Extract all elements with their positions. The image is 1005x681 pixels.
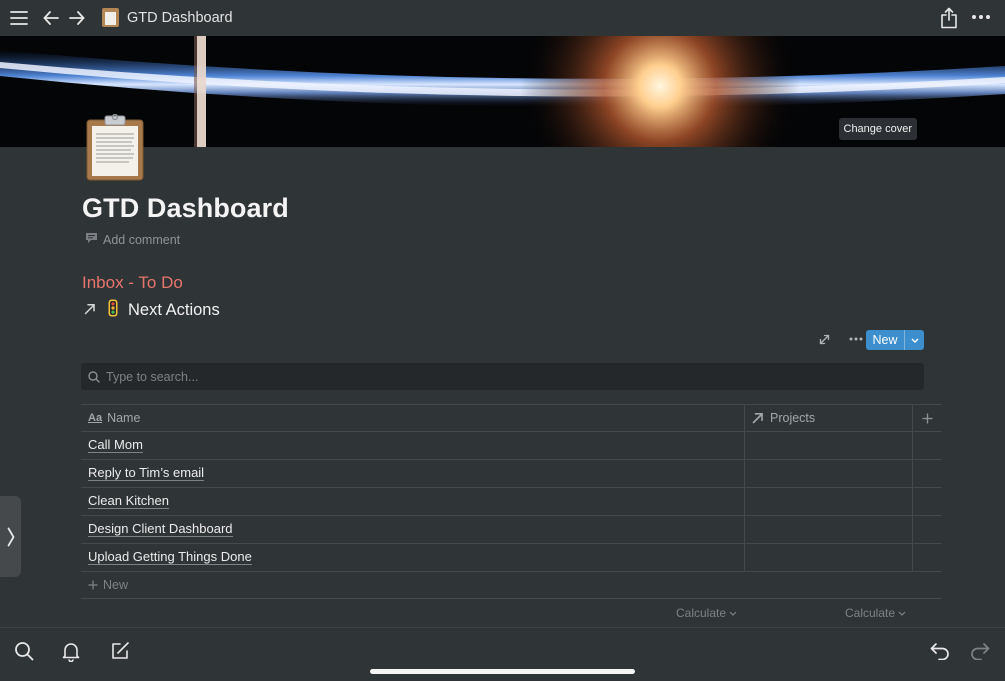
row-name-cell[interactable]: Upload Getting Things Done xyxy=(81,544,745,571)
plus-icon xyxy=(88,580,98,590)
row-name-cell[interactable]: Clean Kitchen xyxy=(81,488,745,515)
chevron-down-icon xyxy=(729,611,737,616)
calculate-label: Calculate xyxy=(845,606,896,620)
traffic-light-icon xyxy=(108,299,118,322)
row-name: Reply to Tim’s email xyxy=(88,465,205,481)
top-bar: GTD Dashboard xyxy=(0,0,1005,36)
expand-icon[interactable] xyxy=(815,330,833,348)
add-comment-label: Add comment xyxy=(103,232,181,247)
chevron-down-icon xyxy=(898,611,906,616)
clipboard-icon xyxy=(102,8,119,27)
row-empty-cell xyxy=(913,544,941,571)
forward-arrow-icon[interactable] xyxy=(67,8,87,28)
linked-database-title: Next Actions xyxy=(128,301,220,319)
column-projects-label: Projects xyxy=(770,411,816,425)
share-icon[interactable] xyxy=(938,6,960,30)
column-header-name[interactable]: Aa Name xyxy=(81,405,745,431)
clipboard-page-icon[interactable] xyxy=(85,113,145,182)
plus-icon xyxy=(922,413,932,423)
breadcrumb-page-title: GTD Dashboard xyxy=(127,9,233,26)
cover-image: Change cover xyxy=(0,36,1005,147)
menu-icon[interactable] xyxy=(9,8,29,28)
row-name-cell[interactable]: Design Client Dashboard xyxy=(81,516,745,543)
search-icon xyxy=(88,370,100,383)
row-empty-cell xyxy=(913,516,941,543)
add-new-row-button[interactable]: New xyxy=(81,572,941,599)
database-more-icon[interactable] xyxy=(845,330,867,348)
add-property-button[interactable] xyxy=(913,405,941,431)
new-entry-label: New xyxy=(872,333,898,347)
linked-database-header[interactable]: Next Actions xyxy=(84,299,220,322)
chevron-down-icon[interactable] xyxy=(905,330,924,350)
row-projects-cell[interactable] xyxy=(745,544,913,571)
notification-bell-icon[interactable] xyxy=(58,638,84,664)
row-empty-cell xyxy=(913,460,941,487)
search-input[interactable] xyxy=(106,369,886,384)
column-name-label: Name xyxy=(107,411,141,425)
chevron-right-icon xyxy=(7,527,14,546)
row-name: Call Mom xyxy=(88,437,143,453)
search-icon[interactable] xyxy=(11,638,37,664)
undo-icon[interactable] xyxy=(927,638,953,664)
new-entry-button[interactable]: New xyxy=(866,330,924,350)
comment-icon xyxy=(85,232,98,247)
back-arrow-icon[interactable] xyxy=(41,8,61,28)
text-aa-icon: Aa xyxy=(88,412,103,424)
database-toolbar xyxy=(815,330,867,348)
row-empty-cell xyxy=(913,432,941,459)
table-header-row: Aa Name Projects xyxy=(81,404,941,432)
calculate-projects-button[interactable]: Calculate xyxy=(845,606,906,620)
database-table: Aa Name Projects Call Mom Reply to Tim’s… xyxy=(81,404,941,599)
add-new-row-label: New xyxy=(103,578,129,592)
page-title[interactable]: GTD Dashboard xyxy=(82,193,289,224)
calculate-name-button[interactable]: Calculate xyxy=(676,606,737,620)
row-name-cell[interactable]: Call Mom xyxy=(81,432,745,459)
table-row[interactable]: Upload Getting Things Done xyxy=(81,544,941,572)
breadcrumb[interactable]: GTD Dashboard xyxy=(102,8,233,27)
add-comment-button[interactable]: Add comment xyxy=(85,232,180,247)
row-projects-cell[interactable] xyxy=(745,516,913,543)
home-indicator[interactable] xyxy=(370,669,635,674)
column-header-projects[interactable]: Projects xyxy=(745,405,913,431)
more-options-icon[interactable] xyxy=(970,10,992,24)
relation-arrow-icon xyxy=(752,412,764,424)
search-bar xyxy=(81,363,924,390)
row-name: Upload Getting Things Done xyxy=(88,549,252,565)
row-projects-cell[interactable] xyxy=(745,432,913,459)
sidebar-toggle-handle[interactable] xyxy=(0,496,21,577)
table-row[interactable]: Clean Kitchen xyxy=(81,488,941,516)
change-cover-button[interactable]: Change cover xyxy=(838,118,917,140)
table-row[interactable]: Design Client Dashboard xyxy=(81,516,941,544)
calculate-label: Calculate xyxy=(676,606,727,620)
table-row[interactable]: Call Mom xyxy=(81,432,941,460)
compose-new-page-icon[interactable] xyxy=(107,638,133,664)
row-name-cell[interactable]: Reply to Tim’s email xyxy=(81,460,745,487)
redo-icon[interactable] xyxy=(967,638,993,664)
inbox-heading: Inbox - To Do xyxy=(82,273,183,292)
row-empty-cell xyxy=(913,488,941,515)
row-projects-cell[interactable] xyxy=(745,460,913,487)
row-name: Design Client Dashboard xyxy=(88,521,233,537)
table-row[interactable]: Reply to Tim’s email xyxy=(81,460,941,488)
row-name: Clean Kitchen xyxy=(88,493,169,509)
link-arrow-icon xyxy=(84,302,96,320)
row-projects-cell[interactable] xyxy=(745,488,913,515)
